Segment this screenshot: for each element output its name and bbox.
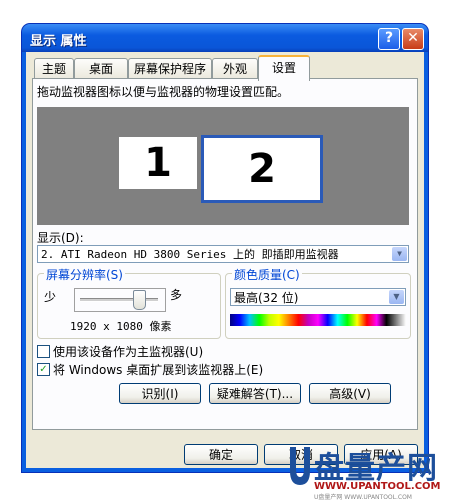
- watermark-subtext: U盘量产网 WWW.UPANTOOL.COM: [314, 494, 412, 501]
- extend-desktop-label[interactable]: 将 Windows 桌面扩展到该监视器上(E): [53, 361, 263, 378]
- dialog-body: 主题 桌面 屏幕保护程序 外观 设置 拖动监视器图标以便与监视器的物理设置匹配。…: [26, 52, 424, 468]
- primary-monitor-label[interactable]: 使用该设备作为主监视器(U): [53, 343, 203, 360]
- watermark-url: WWW.UPANTOOL.COM: [314, 481, 441, 492]
- color-quality-value: 最高(32 位): [234, 291, 299, 305]
- chevron-down-icon[interactable]: ▼: [392, 247, 407, 261]
- close-button[interactable]: ✕: [402, 28, 424, 50]
- advanced-button[interactable]: 高级(V): [309, 383, 391, 404]
- settings-panel: 拖动监视器图标以便与监视器的物理设置匹配。 1 2 显示(D): 2. ATI …: [32, 78, 418, 430]
- tab-desktop[interactable]: 桌面: [74, 58, 128, 79]
- tab-themes[interactable]: 主题: [34, 58, 74, 79]
- resolution-less-label: 少: [44, 290, 57, 304]
- title-bar[interactable]: 显示 属性 ? ✕: [22, 24, 428, 52]
- display-label: 显示(D):: [37, 231, 84, 245]
- monitor-2-icon[interactable]: 2: [201, 135, 323, 203]
- color-quality-group: 颜色质量(C) 最高(32 位) ▼: [225, 266, 411, 339]
- troubleshoot-button[interactable]: 疑难解答(T)...: [209, 383, 301, 404]
- color-spectrum-bar: [230, 314, 406, 326]
- window-title: 显示 属性: [30, 34, 87, 49]
- monitor-1-icon[interactable]: 1: [119, 137, 197, 189]
- ok-button[interactable]: 确定: [184, 444, 258, 465]
- resolution-value: 1920 x 1080 像素: [70, 320, 172, 333]
- tab-appearance[interactable]: 外观: [212, 58, 258, 79]
- help-button[interactable]: ?: [378, 28, 400, 50]
- color-quality-group-label: 颜色质量(C): [232, 266, 302, 283]
- monitor-arrangement: 1 2: [37, 107, 409, 225]
- usb-logo-icon: [290, 447, 310, 485]
- color-quality-select[interactable]: 最高(32 位) ▼: [230, 288, 406, 306]
- resolution-more-label: 多: [170, 288, 183, 302]
- chevron-down-icon[interactable]: ▼: [389, 290, 404, 304]
- tab-settings[interactable]: 设置: [258, 55, 310, 81]
- resolution-group-label: 屏幕分辨率(S): [44, 266, 125, 283]
- primary-monitor-checkbox[interactable]: [37, 345, 50, 358]
- instruction-text: 拖动监视器图标以便与监视器的物理设置匹配。: [37, 85, 290, 99]
- site-watermark: 盘量产网 WWW.UPANTOOL.COM U盘量产网 WWW.UPANTOOL…: [286, 443, 446, 501]
- resolution-group: 屏幕分辨率(S) 少 多 1920 x 1080 像素: [37, 266, 221, 339]
- extend-desktop-checkbox[interactable]: ✓: [37, 363, 50, 376]
- resolution-slider-thumb[interactable]: [133, 290, 146, 310]
- display-properties-window: 显示 属性 ? ✕ 主题 桌面 屏幕保护程序 外观 设置 拖动监视器图标以便与监…: [22, 24, 428, 472]
- display-select-value: 2. ATI Radeon HD 3800 Series 上的 即插即用监视器: [41, 248, 339, 261]
- resolution-slider-track[interactable]: [80, 298, 158, 302]
- display-select[interactable]: 2. ATI Radeon HD 3800 Series 上的 即插即用监视器 …: [37, 245, 409, 263]
- tab-screensaver[interactable]: 屏幕保护程序: [128, 58, 212, 79]
- identify-button[interactable]: 识别(I): [119, 383, 201, 404]
